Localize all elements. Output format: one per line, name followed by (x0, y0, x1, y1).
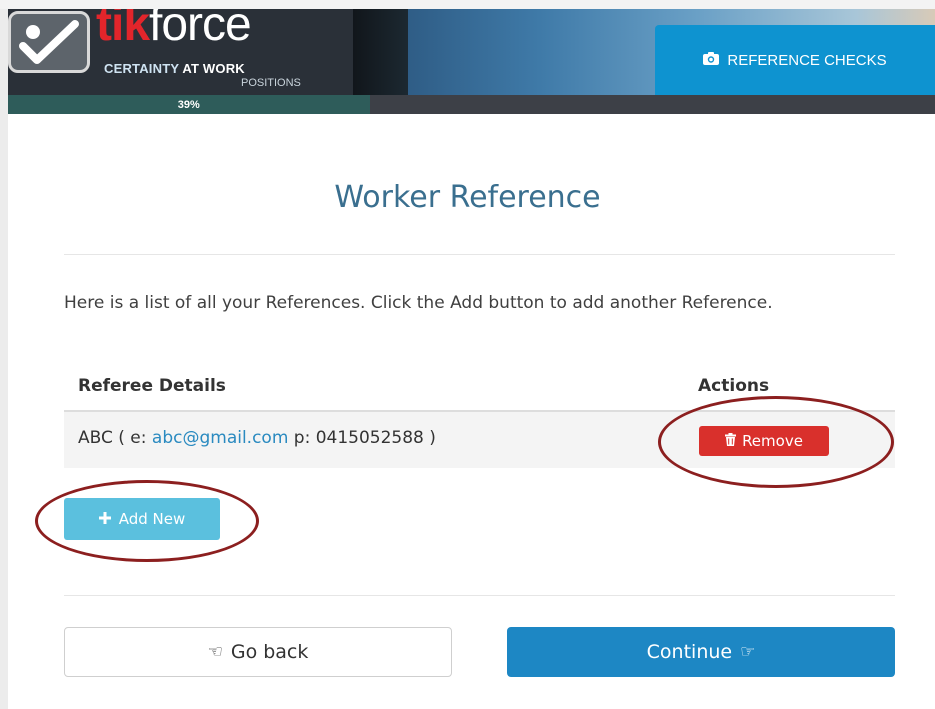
referee-details: ABC ( e: abc@gmail.com p: 0415052588 ) (78, 428, 436, 448)
tagline-prefix: CERTAINTY (104, 61, 179, 76)
go-back-label: Go back (230, 641, 309, 663)
referee-phone: p: 0415052588 ) (288, 428, 436, 448)
progress-bar: 39% (8, 95, 935, 114)
intro-text: Here is a list of all your References. C… (64, 293, 773, 313)
brand-red-text: tik (96, 9, 150, 51)
pointing-hand-right-icon: ☞ (740, 641, 756, 662)
pointing-hand-left-icon: ☜ (207, 641, 223, 662)
brand-white-text: force (149, 9, 252, 51)
header-photo-dark (353, 9, 413, 95)
reference-checks-label: REFERENCE CHECKS (727, 51, 887, 69)
logo-check-icon (8, 11, 90, 73)
progress-label: 39% (177, 98, 200, 111)
annotation-oval-remove (658, 396, 894, 488)
header-subtitle: POSITIONS (241, 77, 301, 89)
referee-email-link[interactable]: abc@gmail.com (152, 428, 288, 448)
continue-button[interactable]: Continue ☞ (507, 627, 895, 677)
continue-label: Continue (646, 641, 733, 663)
page-frame (0, 9, 935, 709)
title-divider (64, 254, 895, 255)
brand-logo: tikforce (96, 9, 252, 52)
footer-divider (64, 595, 895, 596)
reference-checks-tab[interactable]: REFERENCE CHECKS (655, 25, 935, 95)
referee-name: ABC ( e: (78, 428, 152, 448)
camera-icon (703, 51, 720, 69)
page-title: Worker Reference (334, 180, 601, 215)
tagline-suffix: AT WORK (182, 61, 245, 76)
tagline: CERTAINTY AT WORK (104, 61, 245, 76)
column-header-actions: Actions (698, 376, 770, 396)
progress-fill: 39% (8, 95, 370, 114)
annotation-oval-add-new (35, 480, 259, 562)
header-banner: tikforce CERTAINTY AT WORK POSITIONS REF… (8, 9, 935, 95)
column-header-referee-details: Referee Details (78, 376, 226, 396)
go-back-button[interactable]: ☜ Go back (64, 627, 452, 677)
